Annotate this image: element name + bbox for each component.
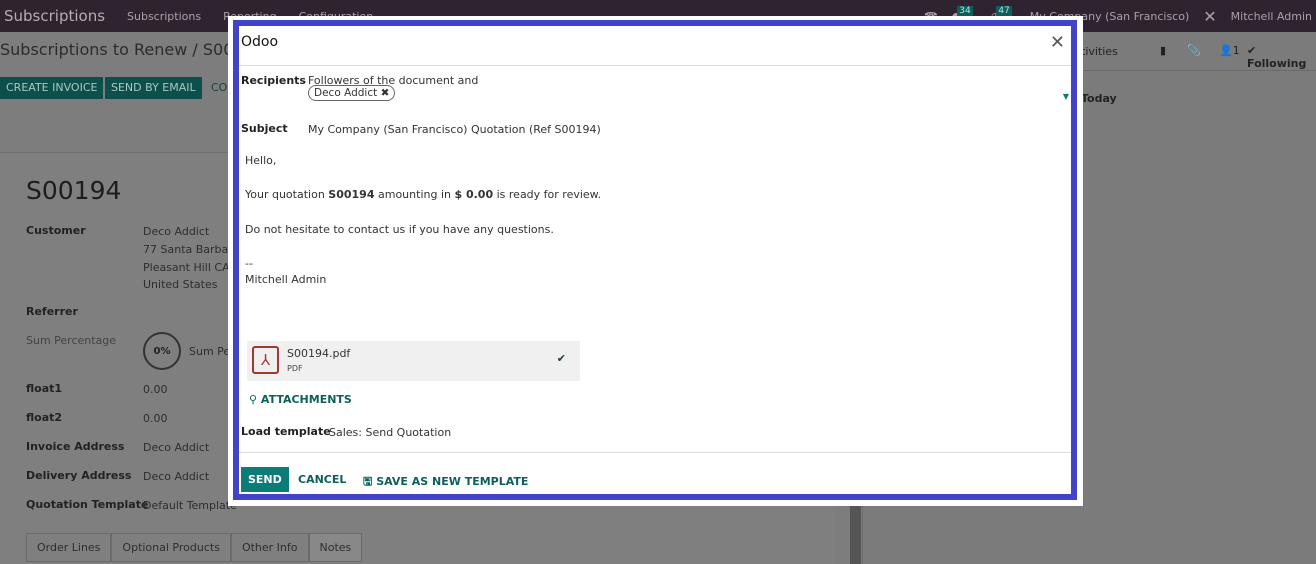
customer-city: Pleasant Hill CA 9 [143,261,241,274]
create-invoice-button[interactable]: CREATE INVOICE [0,77,104,99]
float2-label: float2 [26,411,63,424]
followers-count: 1 [1232,44,1240,57]
sum-percentage-label: Sum Percentage [26,334,117,347]
dialog-header: Odoo ✕ [239,26,1071,66]
delivery-address-label: Delivery Address [26,469,132,482]
recipient-tag[interactable]: Deco Addict ✖ [308,85,396,101]
following-button[interactable]: ✔ Following [1247,44,1316,70]
attachment-type: PDF [287,364,303,373]
float1-label: float1 [26,382,63,395]
sum-percentage-extra: Sum Pe [189,345,231,358]
close-icon[interactable]: ✕ [1050,32,1065,53]
send-by-email-button[interactable]: SEND BY EMAIL [105,77,202,99]
messages-badge: 34 [957,5,973,16]
today-separator: Today [1081,92,1117,105]
body-line-2: Do not hesitate to contact us if you hav… [245,223,554,236]
customer-value[interactable]: Deco Addict [143,225,209,238]
body-greeting: Hello, [245,154,277,167]
recipient-tag-label: Deco Addict [314,87,378,99]
recipients-dropdown-icon[interactable]: ▼ [1063,92,1069,101]
float2-value[interactable]: 0.00 [143,412,168,425]
record-title: S00194 [26,176,122,205]
recipients-label: Recipients [241,74,306,87]
floppy-disk-icon: 🖫 [363,475,373,488]
save-as-template-button[interactable]: 🖫 SAVE AS NEW TEMPLATE [363,473,528,492]
app-name[interactable]: Subscriptions [4,7,105,25]
quotation-template-value[interactable]: Default Template [143,499,237,512]
breadcrumb[interactable]: Subscriptions to Renew / S00194 [0,40,264,59]
quotation-template-label: Quotation Template [26,498,149,511]
followers-button[interactable]: 👤1 [1219,44,1240,57]
referrer-label: Referrer [26,305,78,318]
tools-icon[interactable]: ✕ [1203,7,1216,26]
delivery-address-value[interactable]: Deco Addict [143,470,209,483]
send-button[interactable]: SEND [241,467,289,492]
tab-other-info[interactable]: Other Info [230,533,309,562]
tab-order-lines[interactable]: Order Lines [26,533,112,562]
attachment-card[interactable]: ⅄ S00194.pdf PDF ✔ [247,341,580,381]
invoice-address-label: Invoice Address [26,440,125,453]
subject-input[interactable]: My Company (San Francisco) Quotation (Re… [308,123,601,136]
signature-separator: -- [245,257,253,270]
attachments-button[interactable]: ⚲ ATTACHMENTS [249,393,352,406]
cancel-button[interactable]: CANCEL [298,473,346,486]
attachment-name: S00194.pdf [287,347,351,360]
customer-label: Customer [26,224,86,237]
customer-street: 77 Santa Barbara [143,243,240,256]
menu-subscriptions[interactable]: Subscriptions [127,10,201,23]
paperclip-icon: ⚲ [249,393,258,406]
tab-notes[interactable]: Notes [308,533,363,562]
load-template-select[interactable]: Sales: Send Quotation [329,426,451,439]
customer-country: United States [143,278,218,291]
compose-email-dialog: Odoo ✕ Recipients Followers of the docum… [233,20,1077,500]
tab-optional-products[interactable]: Optional Products [111,533,231,562]
remove-tag-icon[interactable]: ✖ [381,87,390,99]
dialog-title: Odoo [241,34,279,50]
percentage-gauge: 0% [143,332,181,370]
invoice-address-value[interactable]: Deco Addict [143,441,209,454]
body-line-1: Your quotation S00194 amounting in $ 0.0… [245,188,602,201]
check-icon: ✔ [556,352,566,365]
activities-badge: 47 [996,5,1012,16]
load-template-label: Load template [241,425,331,438]
pdf-icon: ⅄ [252,346,279,374]
following-label: Following [1247,57,1307,70]
float1-value[interactable]: 0.00 [143,383,168,396]
user-menu[interactable]: Mitchell Admin [1231,10,1312,23]
signature: Mitchell Admin [245,273,327,286]
book-icon[interactable]: ▮ [1160,44,1166,57]
paperclip-icon[interactable]: 📎 [1187,44,1201,57]
subject-label: Subject [241,122,288,135]
notebook-tabs: Order Lines Optional Products Other Info… [26,533,363,562]
activities-button[interactable]: tivities [1081,45,1118,58]
dialog-footer: SEND CANCEL 🖫 SAVE AS NEW TEMPLATE [239,452,1071,494]
scrollbar[interactable] [850,505,861,564]
